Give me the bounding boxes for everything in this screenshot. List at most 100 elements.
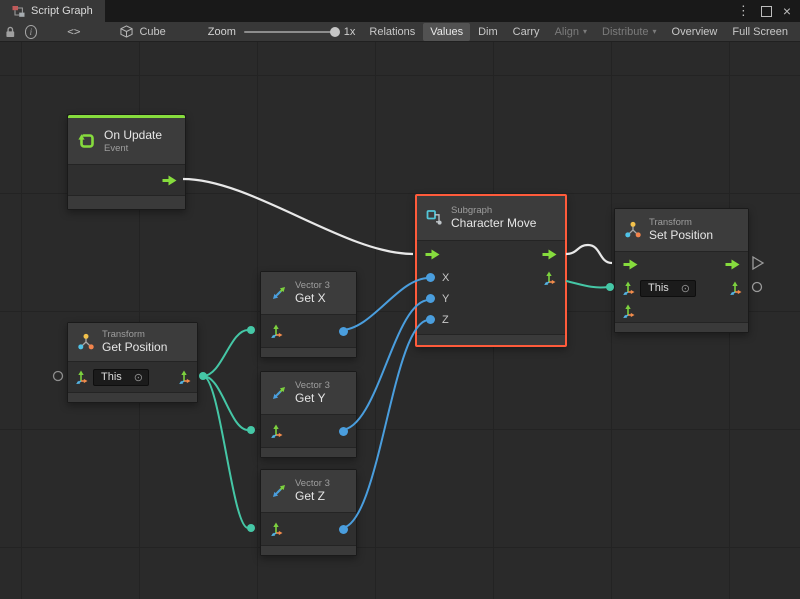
toolbar-button-values[interactable]: Values (423, 23, 470, 41)
axis-output-port-icon[interactable] (542, 271, 556, 285)
node-type: Transform (649, 217, 713, 229)
button-label: Overview (672, 26, 718, 38)
node-title: Get Y (295, 391, 330, 406)
value-input-port-y[interactable] (426, 294, 435, 303)
node-get-z[interactable]: Vector 3 Get Z (260, 469, 357, 556)
value-input-port-x[interactable] (426, 273, 435, 282)
this-field-value: This (101, 371, 122, 383)
node-footer (417, 334, 565, 345)
toolbar-button-overview[interactable]: Overview (665, 23, 725, 41)
input-row-z: Z (417, 309, 565, 330)
this-field-value: This (648, 282, 669, 294)
zoom-knob[interactable] (330, 27, 340, 37)
button-label: Carry (513, 26, 540, 38)
node-on-update[interactable]: On Update Event (67, 114, 186, 210)
this-field[interactable]: This ⊙ (640, 280, 696, 297)
node-footer (261, 545, 356, 555)
script-graph-icon (12, 5, 25, 18)
axis-port-icon[interactable] (621, 281, 635, 295)
cube-icon (120, 25, 133, 38)
node-title: Get X (295, 291, 330, 306)
node-header: Transform Get Position (68, 323, 197, 362)
close-icon[interactable]: × (783, 4, 791, 18)
node-title: Set Position (649, 228, 713, 243)
chevron-down-icon: ▾ (653, 27, 657, 36)
transform-icon (77, 333, 95, 351)
flow-out-port[interactable] (162, 175, 177, 186)
node-get-y[interactable]: Vector 3 Get Y (260, 371, 357, 458)
flow-row (615, 252, 748, 276)
button-label: Relations (369, 26, 415, 38)
node-type: Vector 3 (295, 280, 330, 292)
lock-icon[interactable] (5, 25, 16, 39)
input-row-x: X (417, 267, 565, 288)
button-label: Dim (478, 26, 498, 38)
button-label: Full Screen (732, 26, 788, 38)
button-label: Distribute (602, 26, 648, 38)
chevron-down-icon: ▾ (583, 27, 587, 36)
node-get-x[interactable]: Vector 3 Get X (260, 271, 357, 358)
node-footer (261, 447, 356, 457)
axis-port-icon[interactable] (74, 370, 88, 384)
info-icon[interactable]: i (25, 25, 38, 39)
zoom-slider[interactable] (244, 31, 336, 33)
port-row (261, 415, 356, 447)
object-name: Cube (139, 26, 165, 38)
node-title: Get Z (295, 489, 330, 504)
zoom-label: Zoom (208, 26, 236, 38)
toolbar-button-carry[interactable]: Carry (506, 23, 547, 41)
node-set-position[interactable]: Transform Set Position This ⊙ (614, 208, 749, 333)
flow-in-port[interactable] (425, 249, 440, 260)
port-label: Y (442, 293, 449, 305)
this-field[interactable]: This ⊙ (93, 369, 149, 386)
vector3-icon (270, 284, 288, 302)
tab-title: Script Graph (31, 5, 93, 17)
toolbar-button-align[interactable]: Align ▾ (548, 23, 594, 41)
axis-input-port-icon[interactable] (269, 522, 283, 536)
code-icon[interactable]: <> (67, 25, 80, 38)
toolbar-button-relations[interactable]: Relations (362, 23, 422, 41)
axis-input-port-icon[interactable] (621, 304, 635, 318)
toolbar-button-distribute[interactable]: Distribute ▾ (595, 23, 663, 41)
node-footer (615, 322, 748, 332)
node-type: Transform (102, 329, 167, 341)
subgraph-icon (426, 209, 444, 227)
toolbar-button-full-screen[interactable]: Full Screen (725, 23, 795, 41)
value-output-port[interactable] (339, 327, 348, 336)
axis-output-port-icon[interactable] (728, 281, 742, 295)
flow-out-port[interactable] (725, 259, 740, 270)
axis-output-port-icon[interactable] (177, 370, 191, 384)
object-picker-icon[interactable]: ⊙ (134, 371, 143, 384)
maximize-icon[interactable] (761, 6, 772, 17)
value-input-port-z[interactable] (426, 315, 435, 324)
value-output-port[interactable] (339, 427, 348, 436)
port-label: Z (442, 314, 449, 326)
port-row (68, 165, 185, 195)
graph-toolbar: i <> Cube Zoom 1x Relations Values Dim C… (0, 22, 800, 42)
this-row: This ⊙ (615, 276, 748, 300)
axis-input-port-icon[interactable] (269, 424, 283, 438)
node-title: On Update (104, 128, 162, 143)
node-character-move[interactable]: Subgraph Character Move X Y Z (415, 194, 567, 347)
graph-object-group[interactable]: Cube (120, 25, 165, 38)
node-type: Vector 3 (295, 478, 330, 490)
toolbar-button-dim[interactable]: Dim (471, 23, 505, 41)
tab-bar-spacer (105, 0, 737, 22)
flow-in-port[interactable] (623, 259, 638, 270)
port-row (261, 315, 356, 347)
node-footer (68, 195, 185, 209)
on-update-loop-icon (77, 131, 97, 151)
node-header: Transform Set Position (615, 209, 748, 252)
value-row (615, 300, 748, 322)
flow-row (417, 241, 565, 267)
object-picker-icon[interactable]: ⊙ (681, 282, 690, 295)
axis-input-port-icon[interactable] (269, 324, 283, 338)
flow-out-port[interactable] (542, 249, 557, 260)
window-menu-icon[interactable]: ⋮ (737, 3, 750, 19)
value-output-port[interactable] (339, 525, 348, 534)
node-get-position[interactable]: Transform Get Position This ⊙ (67, 322, 198, 403)
vector3-icon (270, 384, 288, 402)
button-label: Align (555, 26, 579, 38)
port-row (261, 513, 356, 545)
tab-script-graph[interactable]: Script Graph (0, 0, 105, 22)
